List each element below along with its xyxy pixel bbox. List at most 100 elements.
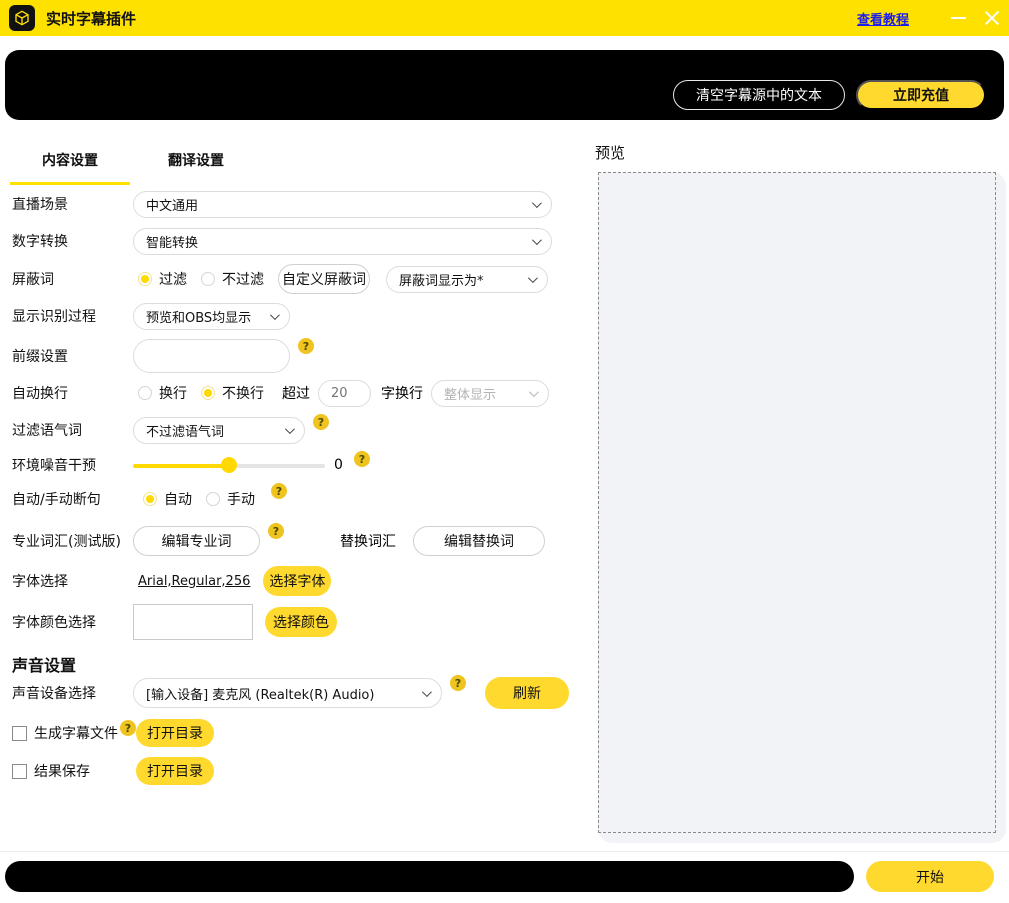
subtitle-file-label[interactable]: 生成字幕文件 — [34, 723, 118, 743]
tab-content-settings[interactable]: 内容设置 — [10, 142, 130, 185]
row-subtitle-file: 生成字幕文件 ? 打开目录 — [12, 715, 136, 751]
result-save-checkbox[interactable] — [12, 764, 27, 779]
subtitle-file-checkbox[interactable] — [12, 726, 27, 741]
clear-subtitle-source-button[interactable]: 清空字幕源中的文本 — [673, 80, 845, 110]
radio-manual-label[interactable]: 手动 — [227, 489, 255, 509]
edit-replace-vocab-button[interactable]: 编辑替换词 — [413, 526, 545, 556]
prefix-label: 前缀设置 — [12, 346, 133, 366]
row-result-save: 结果保存 打开目录 — [12, 753, 90, 789]
chevron-down-icon — [422, 687, 432, 697]
filler-words-help-icon[interactable]: ? — [313, 414, 329, 430]
wrap-suffix-label: 字换行 — [381, 383, 423, 403]
row-recognition-display: 显示识别过程 预览和OBS均显示 — [12, 298, 290, 334]
sound-device-select[interactable]: [输入设备] 麦克风 (Realtek(R) Audio) — [133, 678, 442, 708]
edit-pro-vocab-button[interactable]: 编辑专业词 — [133, 526, 260, 556]
radio-auto-label[interactable]: 自动 — [164, 489, 192, 509]
radio-filter[interactable] — [138, 272, 152, 286]
radio-auto[interactable] — [143, 492, 157, 506]
preview-area — [598, 172, 996, 833]
status-bar — [5, 861, 854, 892]
open-subtitle-dir-button[interactable]: 打开目录 — [136, 719, 214, 747]
footer-divider — [0, 851, 1009, 852]
refresh-button[interactable]: 刷新 — [485, 677, 569, 709]
subtitle-file-help-icon[interactable]: ? — [120, 720, 136, 736]
tab-translate-settings[interactable]: 翻译设置 — [136, 142, 256, 185]
sound-settings-heading: 声音设置 — [12, 652, 76, 676]
open-result-dir-button[interactable]: 打开目录 — [136, 757, 214, 785]
radio-wrap[interactable] — [138, 386, 152, 400]
radio-filter-label[interactable]: 过滤 — [159, 269, 187, 289]
blocked-words-label: 屏蔽词 — [12, 269, 133, 289]
row-filler-words: 过滤语气词 不过滤语气词 ? — [12, 412, 329, 448]
auto-wrap-label: 自动换行 — [12, 383, 133, 403]
wrap-count-field[interactable] — [331, 386, 358, 401]
close-button[interactable] — [975, 0, 1009, 36]
radio-no-wrap-label[interactable]: 不换行 — [222, 383, 264, 403]
view-tutorial-link[interactable]: 查看教程 — [857, 9, 909, 28]
row-noise: 环境噪音干预 0 ? — [12, 447, 370, 483]
number-convert-value: 智能转换 — [146, 232, 198, 251]
font-color-field[interactable] — [134, 605, 252, 639]
blocked-words-display-select[interactable]: 屏蔽词显示为* — [386, 266, 548, 293]
noise-help-icon[interactable]: ? — [354, 451, 370, 467]
sound-device-label: 声音设备选择 — [12, 683, 133, 703]
prefix-input-field[interactable] — [146, 349, 277, 364]
replace-vocab-label: 替换词汇 — [340, 531, 396, 551]
chevron-down-icon — [532, 235, 542, 245]
sentence-break-help-icon[interactable]: ? — [271, 483, 287, 499]
app-logo — [9, 5, 35, 31]
recognition-display-value: 预览和OBS均显示 — [146, 307, 251, 326]
title-bar: 实时字幕插件 查看教程 — [0, 0, 1009, 36]
live-scene-label: 直播场景 — [12, 194, 133, 214]
chevron-down-icon — [532, 198, 542, 208]
live-scene-value: 中文通用 — [146, 195, 198, 214]
display-mode-value: 整体显示 — [444, 384, 496, 403]
font-color-input[interactable] — [133, 604, 253, 640]
minimize-button[interactable] — [941, 0, 975, 36]
sound-device-help-icon[interactable]: ? — [450, 675, 466, 691]
radio-no-filter-label[interactable]: 不过滤 — [222, 269, 264, 289]
sentence-break-label: 自动/手动断句 — [12, 489, 133, 509]
display-mode-select[interactable]: 整体显示 — [431, 380, 549, 407]
cube-icon — [14, 10, 30, 26]
chevron-down-icon — [528, 273, 538, 283]
number-convert-select[interactable]: 智能转换 — [133, 228, 552, 255]
radio-manual[interactable] — [206, 492, 220, 506]
choose-color-button[interactable]: 选择颜色 — [265, 607, 337, 637]
recharge-button[interactable]: 立即充值 — [856, 80, 986, 110]
number-convert-label: 数字转换 — [12, 231, 133, 251]
slider-thumb[interactable] — [221, 457, 237, 473]
prefix-input[interactable] — [133, 339, 290, 373]
start-button[interactable]: 开始 — [866, 861, 994, 892]
prefix-help-icon[interactable]: ? — [298, 338, 314, 354]
choose-font-button[interactable]: 选择字体 — [263, 566, 331, 596]
app-window: 实时字幕插件 查看教程 清空字幕源中的文本 立即充值 内容设置 翻译设置 直播场… — [0, 0, 1009, 903]
slider-fill — [133, 464, 229, 468]
row-font-select: 字体选择 Arial,Regular,256 选择字体 — [12, 563, 331, 599]
radio-wrap-label[interactable]: 换行 — [159, 383, 187, 403]
radio-no-wrap[interactable] — [201, 386, 215, 400]
radio-no-filter[interactable] — [201, 272, 215, 286]
row-font-color: 字体颜色选择 选择颜色 — [12, 602, 337, 642]
noise-label: 环境噪音干预 — [12, 455, 133, 475]
row-blocked-words: 屏蔽词 过滤 不过滤 自定义屏蔽词 屏蔽词显示为* — [12, 261, 548, 297]
pro-vocab-help-icon[interactable]: ? — [268, 523, 284, 539]
row-auto-wrap: 自动换行 换行 不换行 超过 字换行 整体显示 — [12, 375, 549, 411]
filler-words-value: 不过滤语气词 — [146, 421, 224, 440]
noise-value: 0 — [334, 457, 343, 473]
result-save-label[interactable]: 结果保存 — [34, 761, 90, 781]
recognition-display-select[interactable]: 预览和OBS均显示 — [133, 303, 290, 330]
font-color-label: 字体颜色选择 — [12, 612, 133, 632]
chevron-down-icon — [529, 387, 539, 397]
over-label: 超过 — [282, 383, 310, 403]
chevron-down-icon — [270, 310, 280, 320]
live-scene-select[interactable]: 中文通用 — [133, 191, 552, 218]
filler-words-label: 过滤语气词 — [12, 420, 133, 440]
wrap-count-input[interactable] — [318, 380, 371, 407]
noise-slider[interactable] — [133, 457, 325, 473]
custom-blocked-words-button[interactable]: 自定义屏蔽词 — [278, 264, 370, 294]
row-sentence-break: 自动/手动断句 自动 手动 ? — [12, 481, 287, 517]
font-select-label: 字体选择 — [12, 571, 133, 591]
current-font-link[interactable]: Arial,Regular,256 — [138, 574, 250, 589]
filler-words-select[interactable]: 不过滤语气词 — [133, 417, 305, 444]
